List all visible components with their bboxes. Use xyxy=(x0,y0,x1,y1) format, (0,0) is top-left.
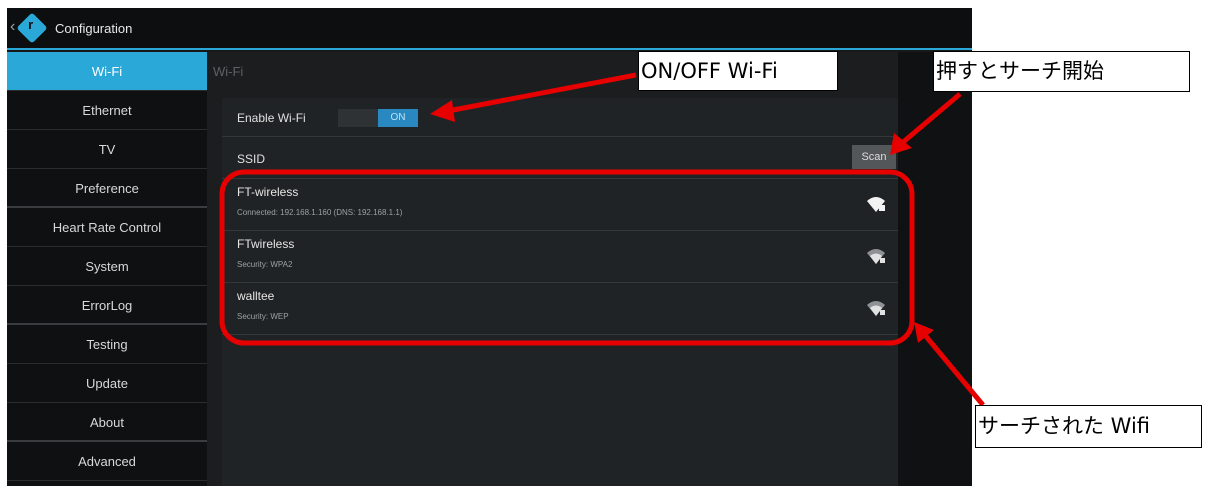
network-item[interactable]: FT-wireless Connected: 192.168.1.160 (DN… xyxy=(222,179,898,231)
sidebar-item-system[interactable]: System xyxy=(7,247,207,286)
network-status: Connected: 192.168.1.160 (DNS: 192.168.1… xyxy=(237,208,403,217)
wifi-signal-icon xyxy=(867,197,885,212)
sidebar-item-wifi[interactable]: Wi-Fi xyxy=(7,52,207,91)
network-name: FTwireless xyxy=(237,237,295,251)
app-logo-glyph: r xyxy=(28,16,34,32)
wifi-secured-icon xyxy=(867,301,885,316)
wifi-secured-icon xyxy=(867,249,885,264)
sidebar-item-testing[interactable]: Testing xyxy=(7,325,207,364)
callout-search-start: 押すとサーチ開始 xyxy=(933,51,1190,92)
sidebar-item-update[interactable]: Update xyxy=(7,364,207,403)
callout-onoff-wifi: ON/OFF Wi-Fi xyxy=(638,51,838,91)
sidebar: Wi-Fi Ethernet TV Preference Heart Rate … xyxy=(7,52,207,486)
sidebar-item-advanced[interactable]: Advanced xyxy=(7,442,207,481)
scan-button[interactable]: Scan xyxy=(852,145,896,169)
network-security: Security: WPA2 xyxy=(237,260,293,269)
callout-searched-wifi: サーチされた Wifi xyxy=(975,405,1202,448)
enable-wifi-row: Enable Wi-Fi ON xyxy=(222,98,898,137)
sidebar-item-about[interactable]: About xyxy=(7,403,207,442)
ssid-row: SSID Scan xyxy=(222,137,898,179)
sidebar-item-tv[interactable]: TV xyxy=(7,130,207,169)
title-bar: ‹ r Configuration xyxy=(7,8,972,50)
page-title: Configuration xyxy=(55,21,133,36)
right-panel xyxy=(898,52,972,486)
sidebar-item-preference[interactable]: Preference xyxy=(7,169,207,208)
content-area: Wi-Fi Enable Wi-Fi ON SSID Scan FT-wirel… xyxy=(207,52,972,486)
sidebar-item-errorlog[interactable]: ErrorLog xyxy=(7,286,207,325)
network-item[interactable]: FTwireless Security: WPA2 xyxy=(222,231,898,283)
enable-wifi-label: Enable Wi-Fi xyxy=(237,111,306,125)
ssid-label: SSID xyxy=(237,152,266,166)
sidebar-item-heart-rate-control[interactable]: Heart Rate Control xyxy=(7,208,207,247)
network-name: FT-wireless xyxy=(237,185,299,199)
sidebar-item-ethernet[interactable]: Ethernet xyxy=(7,91,207,130)
wifi-settings-panel: Enable Wi-Fi ON SSID Scan FT-wireless Co… xyxy=(222,98,898,486)
back-chevron-icon[interactable]: ‹ xyxy=(10,18,15,36)
section-header: Wi-Fi xyxy=(213,64,244,79)
network-name: walltee xyxy=(237,289,275,303)
network-item[interactable]: walltee Security: WEP xyxy=(222,283,898,335)
wifi-toggle[interactable]: ON xyxy=(338,109,418,127)
app-logo-icon: r xyxy=(16,12,48,44)
network-security: Security: WEP xyxy=(237,312,289,321)
wifi-toggle-state: ON xyxy=(378,109,418,127)
